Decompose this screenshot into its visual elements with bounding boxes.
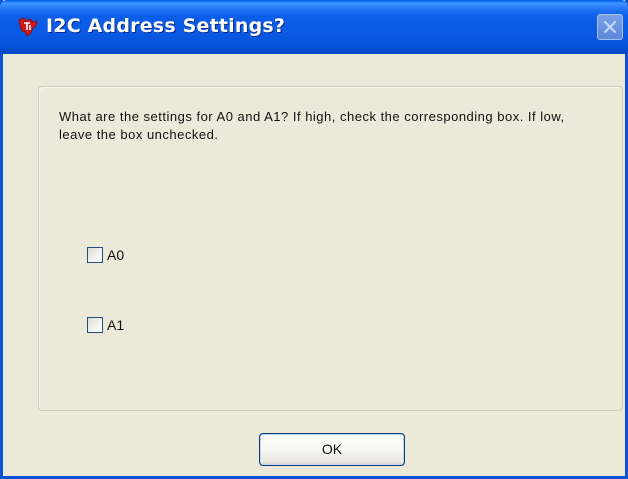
a1-label[interactable]: A1 (107, 317, 124, 334)
ti-logo-icon (16, 15, 40, 39)
a0-checkbox[interactable] (87, 247, 103, 263)
close-button[interactable] (597, 14, 623, 40)
title-bar[interactable]: I2C Address Settings? (0, 0, 628, 54)
dialog-window: I2C Address Settings? What are the setti… (0, 0, 628, 479)
a0-label[interactable]: A0 (107, 247, 124, 264)
a1-checkbox[interactable] (87, 317, 103, 333)
ok-button[interactable]: OK (259, 433, 405, 466)
close-icon (603, 20, 617, 34)
prompt-text: What are the settings for A0 and A1? If … (59, 109, 565, 142)
window-title: I2C Address Settings? (46, 15, 286, 37)
settings-group-box: What are the settings for A0 and A1? If … (38, 86, 623, 411)
